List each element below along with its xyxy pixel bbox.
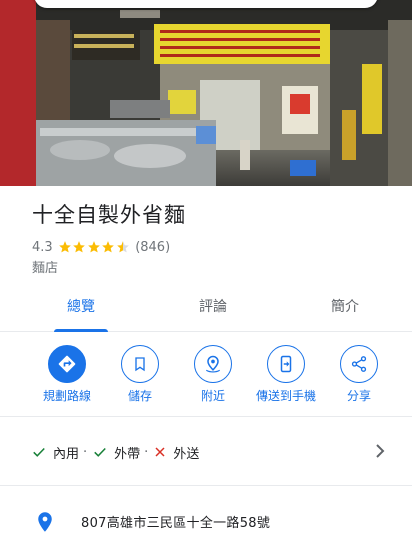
- action-buttons: 規劃路線 儲存 附近 傳送到手機 分享: [0, 345, 412, 415]
- share-label: 分享: [346, 389, 371, 403]
- star-icon: [73, 241, 86, 253]
- save-button[interactable]: 儲存: [100, 345, 180, 404]
- tab-reviews-label: 評論: [199, 299, 227, 315]
- section-divider: [0, 416, 412, 417]
- tab-reviews[interactable]: 評論: [186, 287, 240, 331]
- star-rating: [58, 240, 131, 254]
- send-to-phone-icon: [280, 355, 292, 373]
- cross-icon: [155, 447, 165, 457]
- dine-in-option: 內用: [32, 443, 79, 462]
- rating-value: 4.3: [32, 239, 53, 255]
- send-to-phone-circle: [267, 345, 305, 383]
- place-header: 十全自製外省麵 4.3 (846) 麵店: [32, 200, 396, 279]
- dine-in-label: 內用: [53, 446, 80, 462]
- nearby-pin-icon: [206, 355, 220, 373]
- place-photo[interactable]: [0, 0, 412, 186]
- nearby-circle: [194, 345, 232, 383]
- active-tab-indicator: [54, 329, 108, 332]
- review-count-link[interactable]: (846): [135, 240, 170, 255]
- nearby-label: 附近: [200, 389, 225, 403]
- star-icon: [102, 241, 115, 253]
- section-divider: [0, 485, 412, 486]
- search-bar-edge[interactable]: [34, 0, 378, 8]
- share-icon: [351, 356, 367, 372]
- tab-overview[interactable]: 總覽: [54, 287, 108, 332]
- turn-right-arrow-icon: [58, 355, 76, 373]
- save-label: 儲存: [127, 389, 152, 403]
- directions-circle: [48, 345, 86, 383]
- share-button[interactable]: 分享: [319, 345, 399, 404]
- delivery-label: 外送: [173, 446, 200, 462]
- star-icon: [87, 241, 100, 253]
- save-circle: [121, 345, 159, 383]
- takeout-label: 外帶: [114, 446, 141, 462]
- rating-row[interactable]: 4.3 (846): [32, 237, 396, 257]
- location-pin-icon: [38, 512, 52, 532]
- tab-bar: 總覽 評論 簡介: [0, 287, 412, 332]
- chevron-right-icon: [376, 444, 385, 458]
- takeout-option: 外帶: [93, 443, 140, 462]
- bookmark-icon: [135, 357, 145, 372]
- service-options-row[interactable]: 內用 · 外帶 · 外送: [0, 427, 412, 477]
- directions-label: 規劃路線: [42, 389, 91, 403]
- tab-overview-label: 總覽: [67, 299, 95, 315]
- nearby-button[interactable]: 附近: [173, 345, 253, 404]
- half-star-icon: [116, 241, 129, 253]
- directions-button[interactable]: 規劃路線: [27, 345, 107, 404]
- star-icon: [58, 241, 71, 253]
- check-icon: [33, 447, 45, 457]
- place-category[interactable]: 麵店: [32, 259, 396, 279]
- address-text: 807高雄市三民區十全一路58號: [81, 516, 271, 531]
- tab-about-label: 簡介: [331, 299, 359, 315]
- share-circle: [340, 345, 378, 383]
- restaurant-photo-illustration: [0, 0, 412, 186]
- send-to-phone-button[interactable]: 傳送到手機: [246, 345, 326, 404]
- check-icon: [94, 447, 106, 457]
- tab-about[interactable]: 簡介: [318, 287, 372, 331]
- delivery-option: 外送: [154, 443, 199, 462]
- address-row[interactable]: 807高雄市三民區十全一路58號: [0, 500, 412, 540]
- service-separator: ·: [83, 444, 88, 460]
- place-title: 十全自製外省麵: [32, 203, 186, 227]
- service-separator: ·: [144, 444, 149, 460]
- send-to-phone-label: 傳送到手機: [255, 389, 316, 403]
